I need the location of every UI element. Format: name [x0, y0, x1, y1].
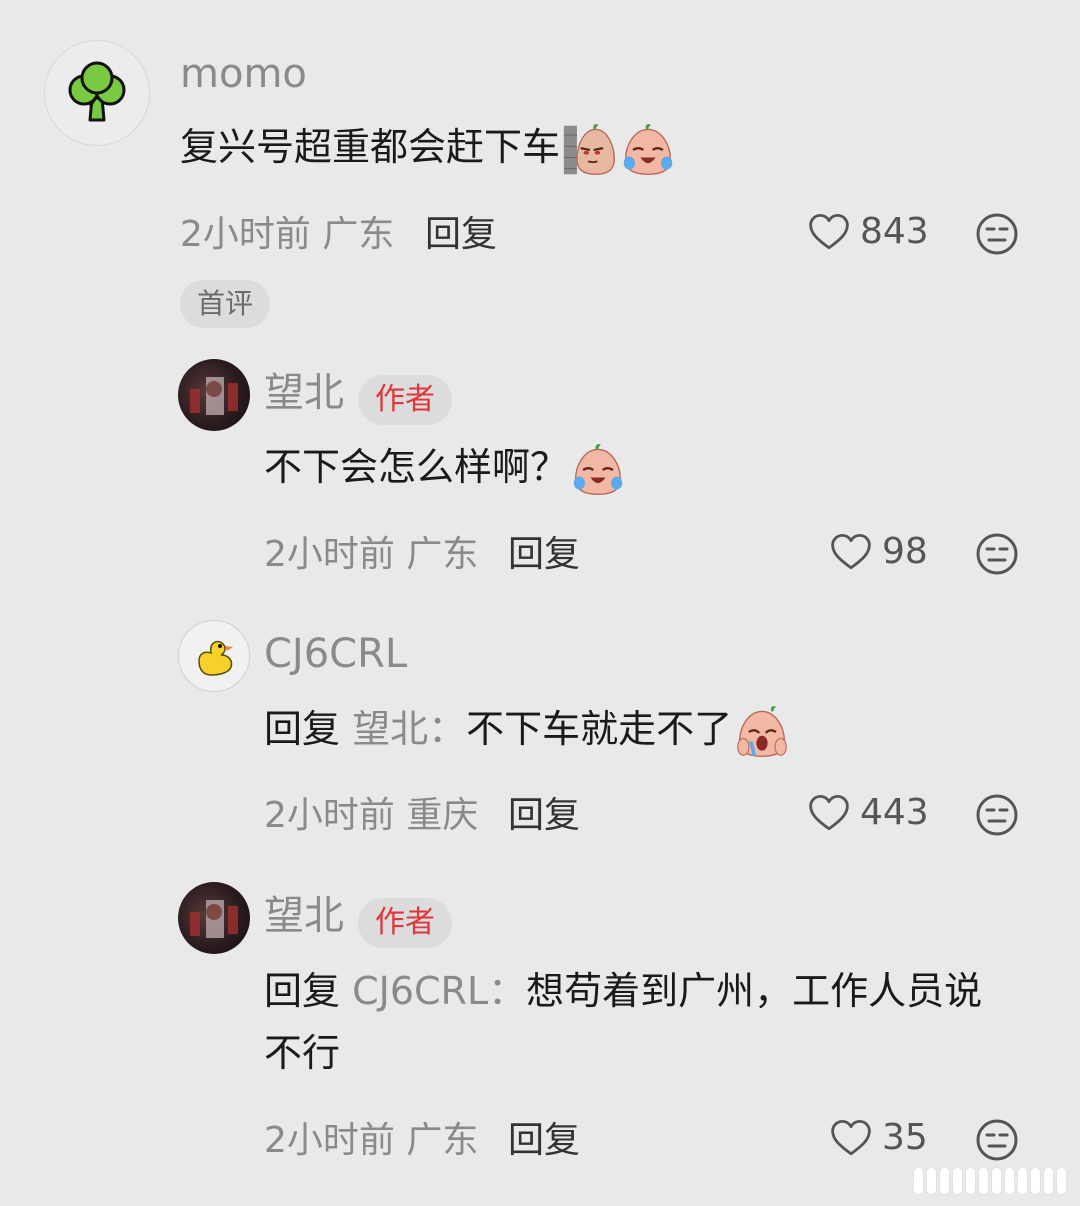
like-count: 443 [860, 792, 929, 833]
like-button[interactable]: 843 [808, 212, 929, 252]
comment-meta: 2小时前 广东 [180, 214, 395, 255]
reply-prefix: 回复 [264, 969, 341, 1013]
like-button[interactable]: 35 [830, 1118, 928, 1158]
first-comment-tag: 首评 [180, 280, 271, 328]
peek-wall-emoji-icon [562, 122, 618, 178]
heart-icon [830, 1118, 872, 1158]
like-count: 35 [882, 1117, 928, 1158]
dislike-face-icon[interactable] [975, 793, 1019, 837]
reply-prefix: 回复 [264, 707, 341, 751]
heart-icon [808, 793, 850, 833]
reply-button[interactable]: 回复 [425, 217, 497, 253]
comment-text: 复兴号超重都会赶下车 [180, 116, 676, 178]
avatar[interactable] [178, 882, 250, 954]
like-button[interactable]: 443 [808, 793, 929, 833]
author-badge: 作者 [358, 898, 452, 948]
photo-avatar [190, 377, 238, 415]
avatar[interactable] [44, 40, 150, 146]
like-count: 843 [860, 211, 929, 252]
comment-text: 不下会怎么样啊？ [264, 436, 626, 498]
photo-avatar [190, 900, 238, 938]
username[interactable]: 望北 [264, 896, 344, 936]
dislike-face-icon[interactable] [975, 1118, 1019, 1162]
comment-meta: 2小时前 广东 [264, 1120, 479, 1161]
comment-text: 回复 望北：不下车就走不了 [264, 698, 790, 760]
heart-icon [808, 212, 850, 252]
reply-button[interactable]: 回复 [508, 1123, 580, 1159]
username[interactable]: CJ6CRL [264, 634, 407, 674]
duck-icon [198, 640, 233, 676]
comment-text: 回复 CJ6CRL：想苟着到广州，工作人员说 [264, 969, 983, 1013]
comment-meta: 2小时前 广东 [264, 534, 479, 575]
comment-text-continued: 不行 [264, 1031, 341, 1075]
heart-icon [830, 532, 872, 572]
dislike-face-icon[interactable] [975, 532, 1019, 576]
like-button[interactable]: 98 [830, 532, 928, 572]
reply-button[interactable]: 回复 [508, 537, 580, 573]
broccoli-icon [68, 61, 126, 122]
avatar[interactable] [178, 359, 250, 431]
crying-laugh-emoji-icon [620, 122, 676, 178]
author-badge: 作者 [358, 375, 452, 425]
reply-button[interactable]: 回复 [508, 798, 580, 834]
watermark-bars [914, 1167, 1070, 1195]
reply-to-user[interactable]: CJ6CRL： [352, 969, 526, 1013]
like-count: 98 [882, 531, 928, 572]
username[interactable]: 望北 [264, 373, 344, 413]
dislike-face-icon[interactable] [975, 212, 1019, 256]
crying-hands-emoji-icon [734, 704, 790, 760]
avatar[interactable] [178, 620, 250, 692]
comment-meta: 2小时前 重庆 [264, 795, 479, 836]
crying-laugh-emoji-icon [570, 442, 626, 498]
username[interactable]: momo [180, 54, 307, 94]
reply-to-user[interactable]: 望北： [352, 707, 466, 751]
